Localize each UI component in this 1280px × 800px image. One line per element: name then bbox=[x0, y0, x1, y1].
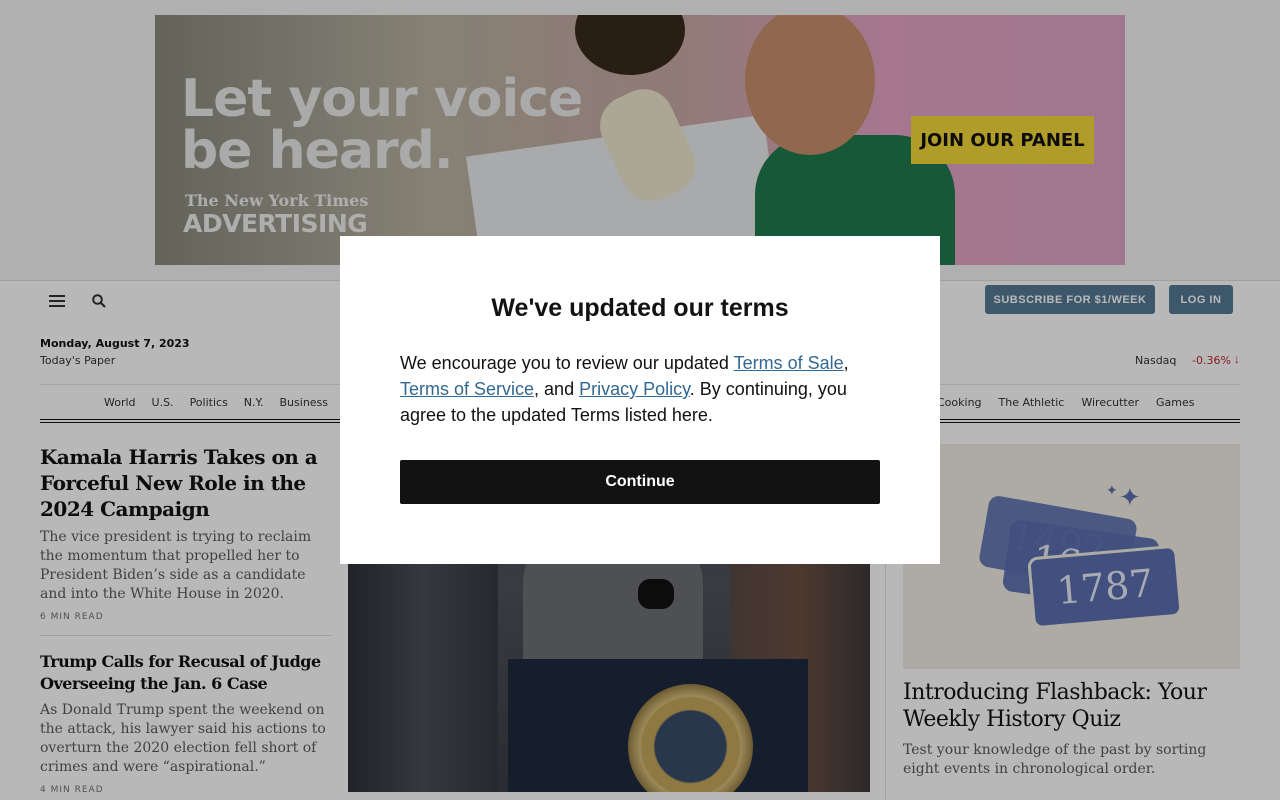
terms-of-service-link[interactable]: Terms of Service bbox=[400, 379, 534, 399]
dialog-message: We encourage you to review our updated T… bbox=[400, 353, 849, 425]
terms-update-dialog: We've updated our terms We encourage you… bbox=[340, 236, 940, 564]
privacy-policy-link[interactable]: Privacy Policy bbox=[579, 379, 690, 399]
continue-button[interactable]: Continue bbox=[400, 460, 880, 504]
terms-of-sale-link[interactable]: Terms of Sale bbox=[734, 353, 844, 373]
dialog-title: We've updated our terms bbox=[491, 294, 789, 322]
